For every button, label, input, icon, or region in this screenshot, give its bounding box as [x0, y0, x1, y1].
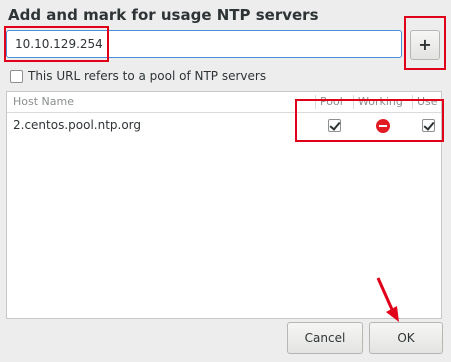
- url-input-highlight: [4, 26, 109, 62]
- host-name-cell: 2.centos.pool.ntp.org: [13, 118, 142, 132]
- dialog-title: Add and mark for usage NTP servers: [8, 6, 319, 24]
- columns-highlight: [295, 99, 444, 142]
- pool-checkbox-row[interactable]: This URL refers to a pool of NTP servers: [10, 68, 266, 84]
- pool-checkbox[interactable]: [10, 69, 23, 83]
- arrow-to-ok-icon: [376, 277, 399, 322]
- add-button-highlight: [404, 16, 446, 70]
- ok-button[interactable]: OK: [369, 322, 443, 354]
- column-header-host-name[interactable]: Host Name: [13, 92, 74, 112]
- cancel-button[interactable]: Cancel: [287, 322, 363, 354]
- pool-checkbox-label: This URL refers to a pool of NTP servers: [28, 69, 267, 83]
